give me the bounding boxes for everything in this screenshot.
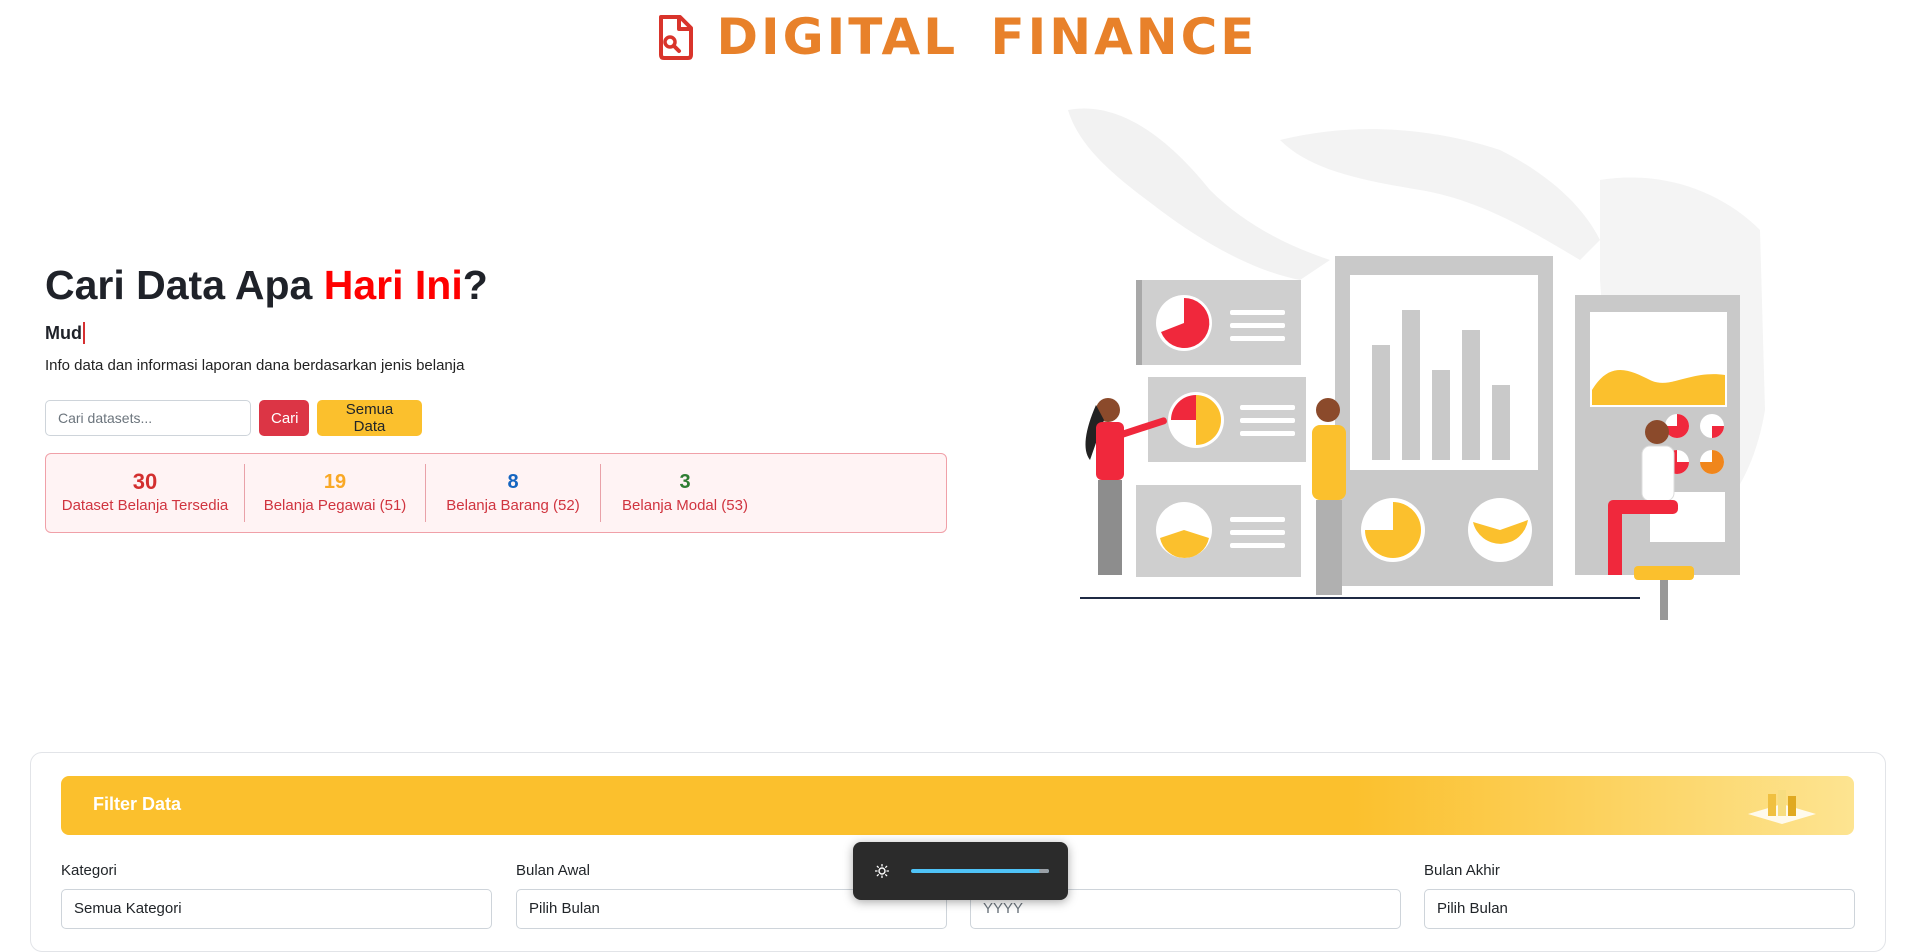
filter-label-bulan-akhir: Bulan Akhir [1424,862,1500,879]
bulan-akhir-select[interactable]: Pilih Bulan [1424,889,1855,929]
brand-header: DIGITAL FINANCE [0,6,1912,68]
stat-value: 30 [132,469,158,494]
map-background [1068,108,1330,280]
filter-label-kategori: Kategori [61,862,117,879]
filter-label-bulan-awal: Bulan Awal [516,862,590,879]
stat-label: Belanja Modal (53) [622,497,748,514]
search-button[interactable]: Cari [259,400,309,436]
stat-label: Belanja Barang (52) [446,497,580,514]
stat-belanja-barang: 8 Belanja Barang (52) [425,464,600,522]
filter-header: Filter Data [61,776,1854,835]
stats-panel: 30 Dataset Belanja Tersedia 19 Belanja P… [45,453,947,533]
stat-dataset-total: 30 Dataset Belanja Tersedia [46,464,244,522]
typed-text: Mud [45,322,85,344]
all-data-button[interactable]: Semua Data [317,400,422,436]
filter-title: Filter Data [93,794,182,814]
bar-chart-board [1335,256,1553,586]
stat-belanja-modal: 3 Belanja Modal (53) [600,464,769,522]
stat-label: Belanja Pegawai (51) [263,497,407,514]
hero-title-main: Cari Data Apa [45,262,324,308]
bulan-awal-value: Pilih Bulan [529,900,600,917]
document-search-icon [658,15,693,60]
kategori-select[interactable]: Semua Kategori [61,889,492,929]
brightness-icon [875,864,889,878]
hero-subtitle: Info data dan informasi laporan dana ber… [45,357,465,374]
hero-title: Cari Data Apa Hari Ini? [45,262,488,309]
bulan-akhir-value: Pilih Bulan [1437,900,1508,917]
brightness-slider[interactable] [911,869,1049,873]
hero-title-end: ? [462,262,488,308]
tahun-placeholder: YYYY [983,900,1024,917]
stat-value: 8 [507,471,519,493]
person-standing [1312,398,1346,595]
chart-panel-2 [1148,377,1306,462]
hero-title-accent: Hari Ini [323,262,463,308]
stat-belanja-pegawai: 19 Belanja Pegawai (51) [244,464,425,522]
stat-value: 3 [679,471,691,493]
stat-label: Dataset Belanja Tersedia [61,497,229,514]
filter-decoration-icon [1748,790,1816,824]
chart-panel-3 [1136,485,1301,577]
brand-name[interactable]: DIGITAL FINANCE [717,8,1258,66]
hero-illustration [1068,108,1765,620]
stat-value: 19 [323,471,347,493]
search-input[interactable] [45,400,251,436]
kategori-value: Semua Kategori [74,900,182,917]
brightness-slider-rest [1039,869,1049,873]
chart-panel-1 [1136,280,1301,365]
brightness-overlay [853,842,1068,900]
